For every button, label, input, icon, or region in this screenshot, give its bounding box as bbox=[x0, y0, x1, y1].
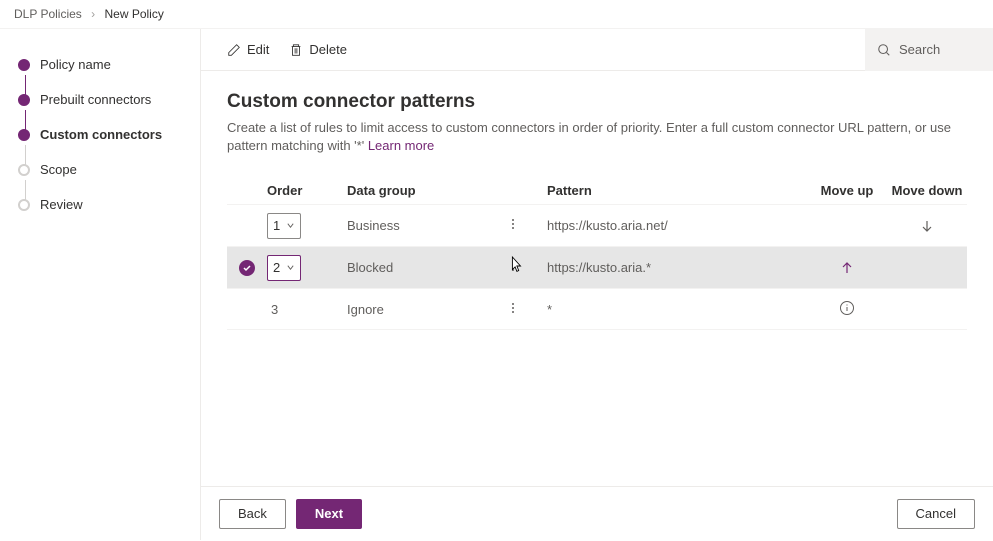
col-move-down[interactable]: Move down bbox=[887, 183, 967, 198]
step-indicator-icon bbox=[18, 164, 30, 176]
arrow-up-icon bbox=[840, 261, 854, 275]
row-select-indicator[interactable] bbox=[239, 260, 255, 276]
more-vertical-icon bbox=[507, 302, 519, 314]
table-row[interactable]: 1 Business https://kusto.aria.net/ bbox=[227, 204, 967, 246]
move-up-button[interactable] bbox=[835, 256, 859, 280]
data-group-cell: Blocked bbox=[347, 260, 507, 275]
table-body: 1 Business https://kusto.aria.net/2 Blocked… bbox=[227, 204, 967, 330]
chevron-down-icon bbox=[286, 263, 295, 272]
row-more-button[interactable] bbox=[507, 218, 519, 230]
row-more-button[interactable] bbox=[507, 260, 519, 272]
row-more-button[interactable] bbox=[507, 302, 519, 314]
breadcrumb-current: New Policy bbox=[105, 7, 164, 21]
info-icon[interactable] bbox=[839, 300, 855, 316]
trash-icon bbox=[289, 43, 303, 57]
row-select-indicator[interactable] bbox=[239, 301, 255, 317]
step-indicator-icon bbox=[18, 94, 30, 106]
delete-label: Delete bbox=[309, 42, 347, 57]
step-indicator-icon bbox=[18, 199, 30, 211]
order-select[interactable]: 1 bbox=[267, 213, 301, 239]
check-icon bbox=[242, 263, 252, 273]
order-value: 2 bbox=[273, 260, 280, 275]
row-select-indicator[interactable] bbox=[239, 218, 255, 234]
step-label: Scope bbox=[40, 162, 77, 177]
wizard-footer: Back Next Cancel bbox=[201, 486, 993, 540]
wizard-step-custom-connectors[interactable]: Custom connectors bbox=[0, 117, 200, 152]
more-vertical-icon bbox=[507, 260, 519, 272]
table-row[interactable]: 2 Blocked https://kusto.aria.* bbox=[227, 246, 967, 288]
wizard-step-policy-name[interactable]: Policy name bbox=[0, 47, 200, 82]
step-label: Custom connectors bbox=[40, 127, 162, 142]
col-order[interactable]: Order bbox=[267, 183, 347, 198]
breadcrumb: DLP Policies › New Policy bbox=[0, 0, 993, 29]
table-row[interactable]: 3 Ignore * bbox=[227, 288, 967, 330]
page-title: Custom connector patterns bbox=[227, 91, 967, 113]
col-move-up[interactable]: Move up bbox=[807, 183, 887, 198]
next-button[interactable]: Next bbox=[296, 499, 362, 529]
wizard-steps-sidebar: Policy name Prebuilt connectors Custom c… bbox=[0, 29, 200, 540]
toolbar: Edit Delete Search bbox=[201, 29, 993, 71]
learn-more-link[interactable]: Learn more bbox=[368, 138, 434, 153]
order-value: 3 bbox=[267, 302, 278, 317]
col-pattern[interactable]: Pattern bbox=[547, 183, 807, 198]
data-group-cell: Business bbox=[347, 218, 507, 233]
search-icon bbox=[877, 43, 891, 57]
edit-label: Edit bbox=[247, 42, 269, 57]
chevron-down-icon bbox=[286, 221, 295, 230]
arrow-down-icon bbox=[920, 219, 934, 233]
step-label: Review bbox=[40, 197, 83, 212]
more-vertical-icon bbox=[507, 218, 519, 230]
wizard-step-prebuilt-connectors[interactable]: Prebuilt connectors bbox=[0, 82, 200, 117]
data-group-cell: Ignore bbox=[347, 302, 507, 317]
move-down-button[interactable] bbox=[915, 214, 939, 238]
col-data-group[interactable]: Data group bbox=[347, 183, 507, 198]
wizard-step-scope[interactable]: Scope bbox=[0, 152, 200, 187]
step-label: Policy name bbox=[40, 57, 111, 72]
page-description: Create a list of rules to limit access t… bbox=[227, 119, 967, 155]
edit-button[interactable]: Edit bbox=[217, 36, 279, 63]
pencil-icon bbox=[227, 43, 241, 57]
pattern-cell: https://kusto.aria.net/ bbox=[547, 218, 807, 233]
pattern-cell: * bbox=[547, 302, 807, 317]
search-placeholder: Search bbox=[899, 42, 940, 57]
step-indicator-icon bbox=[18, 129, 30, 141]
step-indicator-icon bbox=[18, 59, 30, 71]
wizard-step-review[interactable]: Review bbox=[0, 187, 200, 222]
order-value: 1 bbox=[273, 218, 280, 233]
search-box[interactable]: Search bbox=[865, 29, 993, 71]
delete-button[interactable]: Delete bbox=[279, 36, 357, 63]
cancel-button[interactable]: Cancel bbox=[897, 499, 975, 529]
step-label: Prebuilt connectors bbox=[40, 92, 151, 107]
pattern-cell: https://kusto.aria.* bbox=[547, 260, 807, 275]
breadcrumb-parent[interactable]: DLP Policies bbox=[14, 7, 82, 21]
breadcrumb-separator: › bbox=[91, 7, 95, 21]
order-select[interactable]: 2 bbox=[267, 255, 301, 281]
back-button[interactable]: Back bbox=[219, 499, 286, 529]
table-header: Order Data group Pattern Move up Move do… bbox=[227, 177, 967, 204]
